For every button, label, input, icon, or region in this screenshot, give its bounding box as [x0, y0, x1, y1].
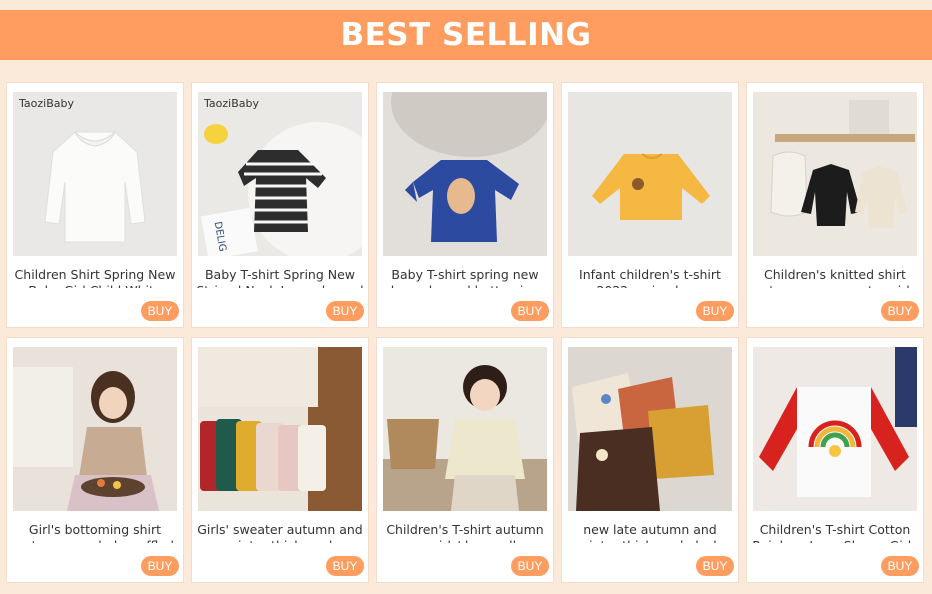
product-image[interactable]	[568, 347, 732, 511]
product-card[interactable]: Girls' sweater autumn and winter thicken…	[191, 337, 369, 583]
product-card[interactable]: new late autumn and winter thickened plu…	[561, 337, 739, 583]
product-title[interactable]: Girls' sweater autumn and winter thicken…	[196, 522, 364, 543]
product-title[interactable]: Children's T-shirt Cotton Rainbow Long S…	[751, 522, 919, 543]
product-title[interactable]: Children's knitted shirt autumn new swea…	[751, 267, 919, 288]
product-image[interactable]	[753, 347, 917, 511]
buy-button[interactable]: BUY	[511, 301, 549, 321]
product-image[interactable]	[13, 347, 177, 511]
product-card[interactable]: TaoziBaby Children Shirt Spring New Baby…	[6, 82, 184, 328]
buy-button[interactable]: BUY	[141, 556, 179, 576]
product-title[interactable]: Children Shirt Spring New Baby Girl Chil…	[11, 267, 179, 288]
product-card[interactable]: DELIG TaoziBaby Baby T-shirt Spring New …	[191, 82, 369, 328]
product-image[interactable]	[568, 92, 732, 256]
product-card[interactable]: Children's knitted shirt autumn new swea…	[746, 82, 924, 328]
product-title[interactable]: Children's T-shirt autumn new girls' lac…	[381, 522, 549, 543]
product-card[interactable]: Girl's bottoming shirt autumn new baby r…	[6, 337, 184, 583]
brand-label: TaoziBaby	[204, 97, 259, 110]
buy-button[interactable]: BUY	[696, 556, 734, 576]
product-image[interactable]: TaoziBaby	[13, 92, 177, 256]
product-image[interactable]	[383, 347, 547, 511]
product-image[interactable]: DELIG TaoziBaby	[198, 92, 362, 256]
buy-button[interactable]: BUY	[326, 556, 364, 576]
product-image[interactable]	[198, 347, 362, 511]
product-card[interactable]: Children's T-shirt autumn new girls' lac…	[376, 337, 554, 583]
buy-button[interactable]: BUY	[326, 301, 364, 321]
brand-label: TaoziBaby	[19, 97, 74, 110]
banner-title: BEST SELLING	[340, 17, 592, 53]
product-card[interactable]: Baby T-shirt spring new long-sleeved bot…	[376, 82, 554, 328]
buy-button[interactable]: BUY	[881, 556, 919, 576]
buy-button[interactable]: BUY	[881, 301, 919, 321]
product-image[interactable]	[753, 92, 917, 256]
product-title[interactable]: Baby T-shirt Spring New Striped Neck Lon…	[196, 267, 364, 288]
product-title[interactable]: Baby T-shirt spring new long-sleeved bot…	[381, 267, 549, 288]
product-image[interactable]	[383, 92, 547, 256]
product-card[interactable]: Infant children's t-shirt 2022 spring be…	[561, 82, 739, 328]
product-title[interactable]: Infant children's t-shirt 2022 spring be…	[566, 267, 734, 288]
buy-button[interactable]: BUY	[696, 301, 734, 321]
product-title[interactable]: Girl's bottoming shirt autumn new baby r…	[11, 522, 179, 543]
best-selling-banner: BEST SELLING	[0, 10, 932, 60]
product-title[interactable]: new late autumn and winter thickened plu…	[566, 522, 734, 543]
product-card[interactable]: Children's T-shirt Cotton Rainbow Long S…	[746, 337, 924, 583]
buy-button[interactable]: BUY	[141, 301, 179, 321]
buy-button[interactable]: BUY	[511, 556, 549, 576]
product-grid: TaoziBaby Children Shirt Spring New Baby…	[6, 82, 924, 583]
